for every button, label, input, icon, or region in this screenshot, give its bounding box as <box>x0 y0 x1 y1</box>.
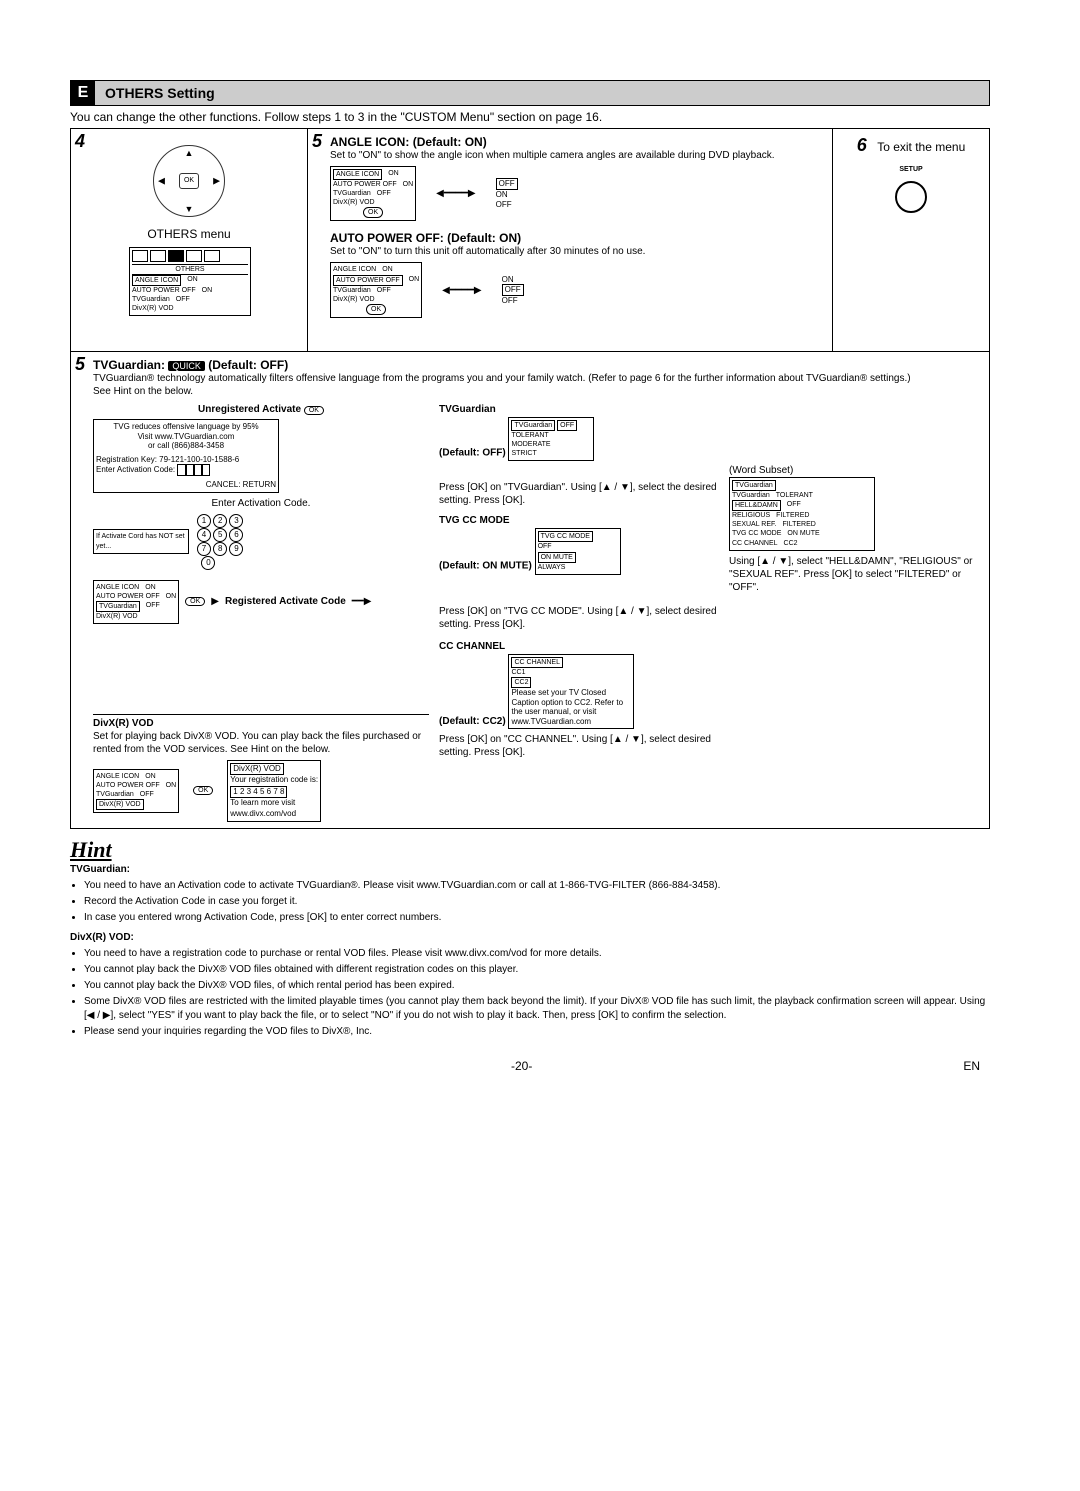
hint-divx-h: DivX(R) VOD: <box>70 932 134 943</box>
others-menu-mock: OTHERS ANGLE ICONON AUTO POWER OFFON TVG… <box>129 247 249 316</box>
hint-item: Please send your inquiries regarding the… <box>84 1025 990 1039</box>
step-5-top: 5 ANGLE ICON: (Default: ON) Set to "ON" … <box>308 129 833 351</box>
step-5b-num: 5 <box>75 354 85 375</box>
word-subset-label: (Word Subset) <box>729 464 981 477</box>
hint-item: Record the Activation Code in case you f… <box>84 895 990 909</box>
others-menu-label: OTHERS menu <box>79 227 299 241</box>
step-6-num: 6 <box>857 135 867 155</box>
main-box: 4 ▲▼◀▶OK OTHERS menu OTHERS <box>70 128 990 829</box>
auto-power-heading: AUTO POWER OFF: (Default: ON) <box>330 231 824 245</box>
section-title: OTHERS Setting <box>105 85 215 101</box>
hint-item: You need to have a registration code to … <box>84 947 990 961</box>
dpad-icon: ▲▼◀▶OK <box>153 145 225 217</box>
section-intro: You can change the other functions. Foll… <box>70 110 990 124</box>
unreg-title: Unregistered Activate <box>198 404 301 415</box>
hint-title: Hint <box>70 837 990 863</box>
hint-item: You cannot play back the DivX® VOD files… <box>84 963 990 977</box>
section-header: E OTHERS Setting <box>70 80 990 106</box>
hint-item: In case you entered wrong Activation Cod… <box>84 911 990 925</box>
exit-text: To exit the menu <box>877 140 965 154</box>
divx-desc: Set for playing back DivX® VOD. You can … <box>93 730 429 756</box>
hint-tvg-h: TVGuardian: <box>70 864 130 875</box>
tvg-seehint: See Hint on the below. <box>93 385 981 398</box>
step-5-tvguardian: 5 TVGuardian: QUICK (Default: OFF) TVGua… <box>71 352 989 828</box>
hint-item: You cannot play back the DivX® VOD files… <box>84 979 990 993</box>
step-5a-num: 5 <box>312 131 322 152</box>
page-number: -20- <box>511 1059 532 1073</box>
setup-icon <box>895 181 927 213</box>
footer: -20- EN <box>70 1059 990 1073</box>
angle-icon-heading: ANGLE ICON: (Default: ON) <box>330 135 824 149</box>
step-4-num: 4 <box>75 131 85 152</box>
step-6: 6 To exit the menu SETUP <box>833 129 989 351</box>
tvg-default-title: TVGuardian <box>439 404 496 415</box>
tvg-desc: TVGuardian® technology automatically fil… <box>93 372 981 385</box>
tvg-heading: TVGuardian: QUICK (Default: OFF) <box>93 358 981 372</box>
tvgcc-title: TVG CC MODE <box>439 515 510 526</box>
lang-code: EN <box>963 1059 980 1073</box>
auto-menu-mock: ANGLE ICONON AUTO POWER OFFON TVGuardian… <box>330 262 824 317</box>
cc-title: CC CHANNEL <box>439 641 505 652</box>
divx-title: DivX(R) VOD <box>93 718 154 729</box>
auto-power-desc: Set to "ON" to turn this unit off automa… <box>330 245 824 258</box>
hint-item: You need to have an Activation code to a… <box>84 879 990 893</box>
reg-title: Registered Activate Code <box>225 595 346 608</box>
section-letter: E <box>71 81 95 105</box>
hint-item: Some DivX® VOD files are restricted with… <box>84 995 990 1023</box>
step-4: 4 ▲▼◀▶OK OTHERS menu OTHERS <box>71 129 308 351</box>
angle-menu-mock: ANGLE ICONON AUTO POWER OFFON TVGuardian… <box>330 166 824 221</box>
angle-icon-desc: Set to "ON" to show the angle icon when … <box>330 149 824 162</box>
setup-label: SETUP <box>841 166 981 173</box>
quick-badge: QUICK <box>168 361 205 371</box>
hint-body: TVGuardian: You need to have an Activati… <box>70 863 990 1039</box>
